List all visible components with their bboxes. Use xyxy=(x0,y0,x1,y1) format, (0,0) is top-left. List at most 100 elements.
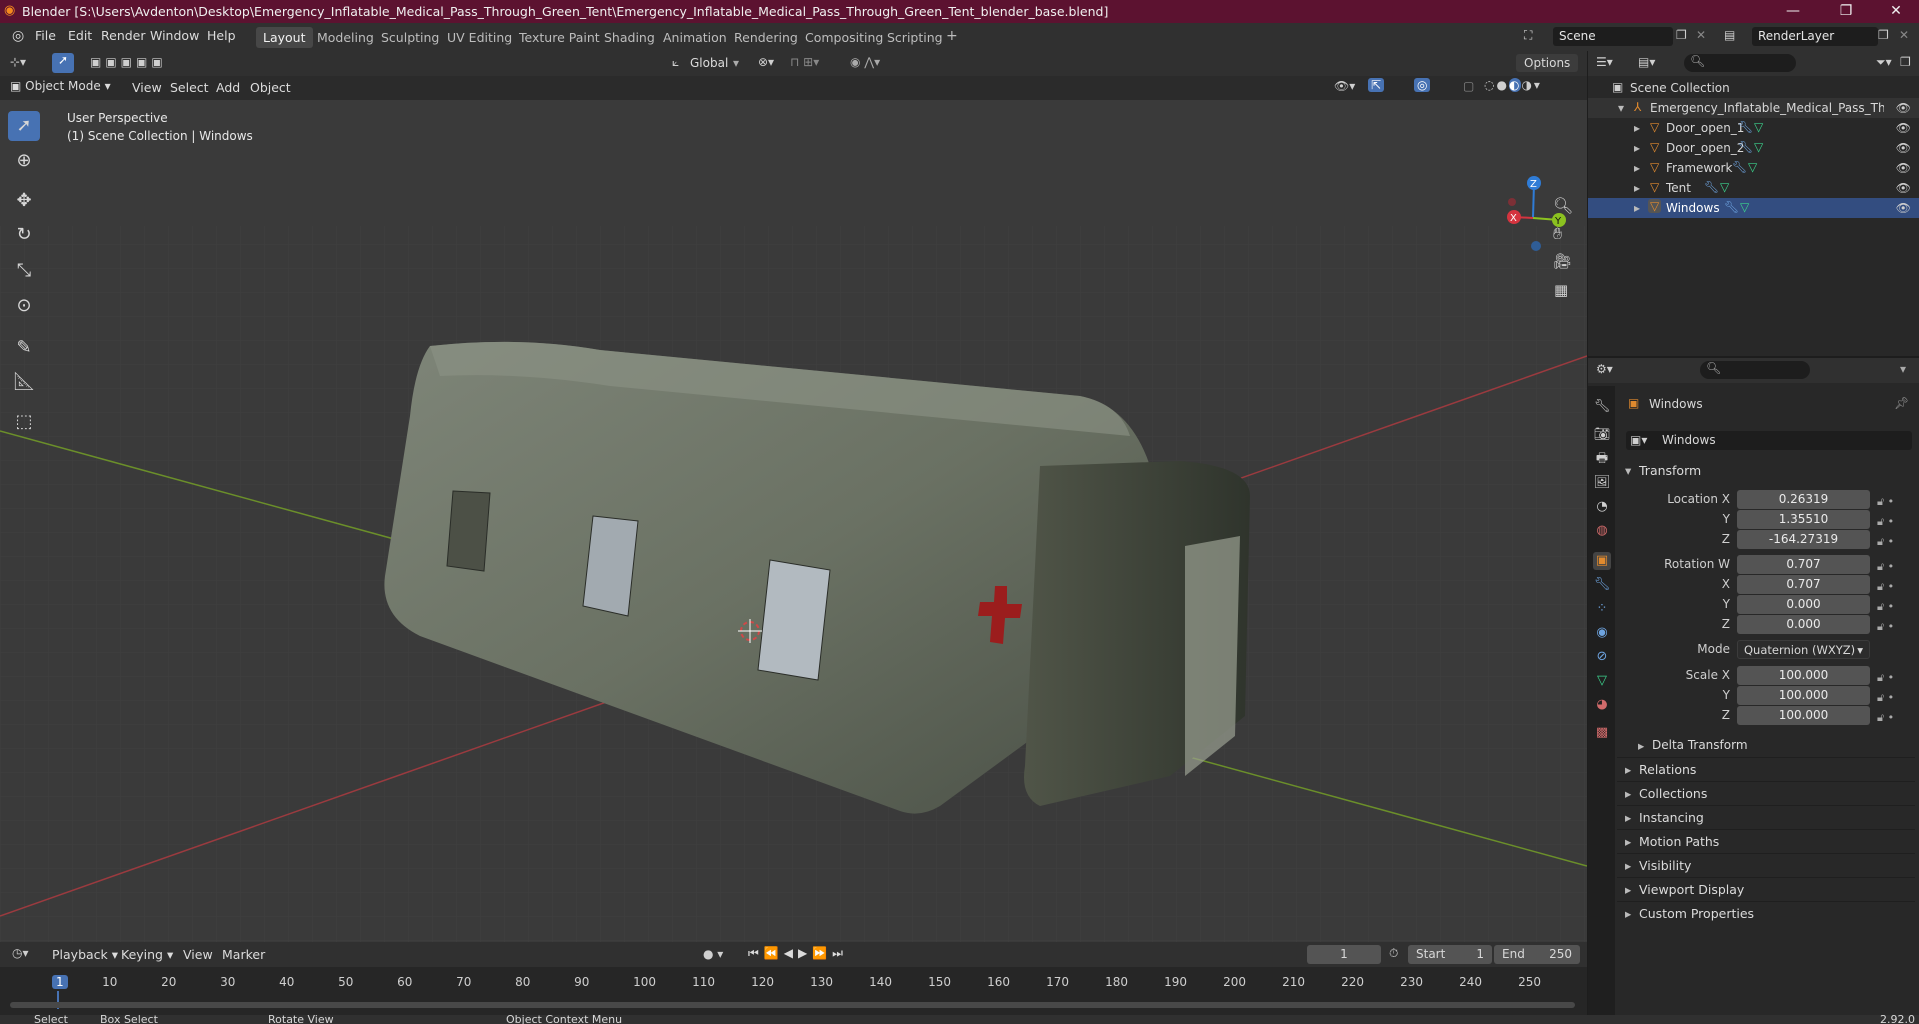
view-layer-tab-icon[interactable]: 🖼︎ xyxy=(1593,474,1611,492)
visibility-icon[interactable]: 👁︎▾ xyxy=(1334,79,1355,93)
render-layer-remove-icon[interactable]: ✕ xyxy=(1899,28,1909,42)
visibility-panel[interactable]: ▸ Visibility xyxy=(1617,853,1915,877)
outliner-item-tent[interactable]: ▸ ▽ Tent 🔧︎ ▽ 👁︎ xyxy=(1588,178,1919,198)
tab-animation[interactable]: Animation xyxy=(656,27,734,48)
visibility-eye-icon[interactable]: 👁︎ xyxy=(1896,141,1911,155)
outliner-item-windows[interactable]: ▸ ▽ Windows 🔧︎ ▽ 👁︎ xyxy=(1588,198,1919,218)
chevron-down-icon[interactable]: ▾ xyxy=(733,56,739,70)
outliner-row-collection[interactable]: ▾ ⅄ Emergency_Inflatable_Medical_Pass_Th… xyxy=(1588,98,1919,118)
options-button[interactable]: Options xyxy=(1516,54,1579,72)
outliner-editor-icon[interactable]: ☰▾ xyxy=(1596,55,1613,69)
orientation-icon[interactable]: ⟀ xyxy=(672,55,679,70)
delta-transform-panel[interactable]: ▸ Delta Transform xyxy=(1630,734,1910,758)
tab-modeling[interactable]: Modeling xyxy=(310,27,381,48)
expand-chevron-icon[interactable]: ▸ xyxy=(1634,161,1640,175)
proportional-edit-icon[interactable]: ◉ ⋀▾ xyxy=(850,55,880,69)
rotate-tool-icon[interactable]: ↻ xyxy=(8,220,40,250)
select-box-tool-icon[interactable]: ➚ xyxy=(8,111,40,141)
viewport-menu-select[interactable]: Select xyxy=(170,80,209,95)
modifier-wrench-icon[interactable]: 🔧︎ xyxy=(1732,160,1747,174)
tab-uv-editing[interactable]: UV Editing xyxy=(440,27,519,48)
viewport-menu-object[interactable]: Object xyxy=(250,80,291,95)
render-layer-field[interactable]: RenderLayer xyxy=(1752,27,1878,46)
scene-tab-icon[interactable]: ◔ xyxy=(1593,498,1611,516)
overlay-toggle-icon[interactable]: ◎ xyxy=(1414,78,1431,92)
expand-chevron-icon[interactable]: ▸ xyxy=(1634,121,1640,135)
particles-tab-icon[interactable]: ⁘ xyxy=(1593,600,1611,618)
maximize-button[interactable]: ❐ xyxy=(1827,1,1865,21)
lock-icons[interactable]: 🔓︎ • 🔓︎ • 🔓︎ • 🔓︎ • xyxy=(1877,557,1894,637)
xray-icon[interactable]: ▢ xyxy=(1463,79,1474,93)
rotation-x-field[interactable]: 0.707 xyxy=(1737,575,1870,594)
location-x-field[interactable]: 0.26319 xyxy=(1737,490,1870,509)
lock-icons[interactable]: 🔓︎ • 🔓︎ • 🔓︎ • xyxy=(1877,492,1894,552)
timeline-editor-icon[interactable]: ◷▾ xyxy=(12,946,29,960)
properties-editor-icon[interactable]: ⚙▾ xyxy=(1596,362,1613,376)
outliner-item-framework[interactable]: ▸ ▽ Framework 🔧︎ ▽ 👁︎ xyxy=(1588,158,1919,178)
custom-properties-panel[interactable]: ▸ Custom Properties xyxy=(1617,901,1915,925)
pin-icon[interactable]: 📌︎ xyxy=(1894,396,1909,410)
add-workspace-icon[interactable]: + xyxy=(946,28,958,44)
render-tab-icon[interactable]: 📷︎ xyxy=(1593,426,1611,444)
tool-tab-icon[interactable]: 🔧︎ xyxy=(1593,398,1611,416)
visibility-eye-icon[interactable]: 👁︎ xyxy=(1896,181,1911,195)
constraints-tab-icon[interactable]: ⊘ xyxy=(1593,648,1611,666)
move-tool-icon[interactable]: ✥ xyxy=(8,186,40,216)
timeline-menu-marker[interactable]: Marker xyxy=(222,947,265,962)
timeline-scrollbar[interactable] xyxy=(10,1002,1575,1008)
tab-shading[interactable]: Shading xyxy=(597,27,662,48)
display-mode-icon[interactable]: ▤▾ xyxy=(1638,55,1655,69)
select-tool-icon[interactable]: ➚ xyxy=(52,53,74,73)
tab-texture-paint[interactable]: Texture Paint xyxy=(512,27,607,48)
current-frame-field[interactable]: 1 xyxy=(1307,945,1381,964)
rotation-z-field[interactable]: 0.000 xyxy=(1737,615,1870,634)
blender-menu-icon[interactable]: ◎ xyxy=(12,28,24,44)
pivot-icon[interactable]: ⊗▾ xyxy=(758,55,774,69)
modifier-wrench-icon[interactable]: 🔧︎ xyxy=(1738,120,1753,134)
modifier-wrench-icon[interactable]: 🔧︎ xyxy=(1704,180,1719,194)
timeline[interactable]: 1 10 20 30 40 50 60 70 80 90 100 110 120 130 140 150 160… xyxy=(0,967,1587,1015)
zoom-icon[interactable]: 🔍︎ xyxy=(1553,196,1573,215)
outliner-item-door-open-2[interactable]: ▸ ▽ Door_open_2 🔧︎ ▽ 👁︎ xyxy=(1588,138,1919,158)
viewport-menu-view[interactable]: View xyxy=(132,80,162,95)
start-frame-field[interactable]: Start 1 xyxy=(1408,945,1492,964)
tab-layout[interactable]: Layout xyxy=(256,27,313,48)
tab-sculpting[interactable]: Sculpting xyxy=(374,27,446,48)
timeline-menu-view[interactable]: View xyxy=(183,947,213,962)
current-frame-marker[interactable]: 1 xyxy=(52,975,68,989)
scene-copy-icon[interactable]: ❐ xyxy=(1676,28,1687,42)
motion-paths-panel[interactable]: ▸ Motion Paths xyxy=(1617,829,1915,853)
orientation-dropdown[interactable]: Global xyxy=(690,56,728,70)
relations-panel[interactable]: ▸ Relations xyxy=(1617,757,1915,781)
data-tab-icon[interactable]: ▽ xyxy=(1593,672,1611,690)
scale-y-field[interactable]: 100.000 xyxy=(1737,686,1870,705)
chevron-down-icon[interactable]: ▾ xyxy=(1900,362,1906,376)
outliner-item-door-open-1[interactable]: ▸ ▽ Door_open_1 🔧︎ ▽ 👁︎ xyxy=(1588,118,1919,138)
modifier-wrench-icon[interactable]: 🔧︎ xyxy=(1724,200,1739,214)
filter-icon[interactable]: ⏷▾ xyxy=(1876,55,1892,70)
location-y-field[interactable]: 1.35510 xyxy=(1737,510,1870,529)
visibility-eye-icon[interactable]: 👁︎ xyxy=(1896,201,1911,215)
close-button[interactable]: ✕ xyxy=(1877,1,1915,21)
scale-x-field[interactable]: 100.000 xyxy=(1737,666,1870,685)
object-tab-icon[interactable]: ▣ xyxy=(1593,552,1611,570)
grid-view-icon[interactable]: ▦ xyxy=(1554,281,1568,299)
object-datablock-icon[interactable]: ▣▾ xyxy=(1630,433,1647,447)
tab-compositing[interactable]: Compositing xyxy=(798,27,890,48)
viewport-display-panel[interactable]: ▸ Viewport Display xyxy=(1617,877,1915,901)
viewport-menu-add[interactable]: Add xyxy=(216,80,240,95)
object-mode-dropdown[interactable]: ▣ Object Mode ▾ xyxy=(10,79,111,93)
end-frame-field[interactable]: End 250 xyxy=(1494,945,1580,964)
add-cube-tool-icon[interactable]: ⬚ xyxy=(8,407,40,437)
transform-tool-icon[interactable]: ⊙ xyxy=(8,291,40,321)
select-mode-icons[interactable]: ▣▣▣▣▣ xyxy=(90,55,167,69)
collections-panel[interactable]: ▸ Collections xyxy=(1617,781,1915,805)
shading-modes-icon[interactable]: ◌●◐◑▾ xyxy=(1484,78,1542,92)
cursor-tool-icon[interactable]: ⊕ xyxy=(8,146,40,176)
new-collection-icon[interactable]: ❐ xyxy=(1900,55,1911,69)
mesh-data-icon[interactable]: ▽ xyxy=(1748,160,1757,174)
gizmo-toggle-icon[interactable]: ⇱ xyxy=(1368,78,1385,92)
stopwatch-icon[interactable]: ⏱︎ xyxy=(1389,946,1398,961)
tab-rendering[interactable]: Rendering xyxy=(727,27,805,48)
scene-remove-icon[interactable]: ✕ xyxy=(1696,28,1706,42)
